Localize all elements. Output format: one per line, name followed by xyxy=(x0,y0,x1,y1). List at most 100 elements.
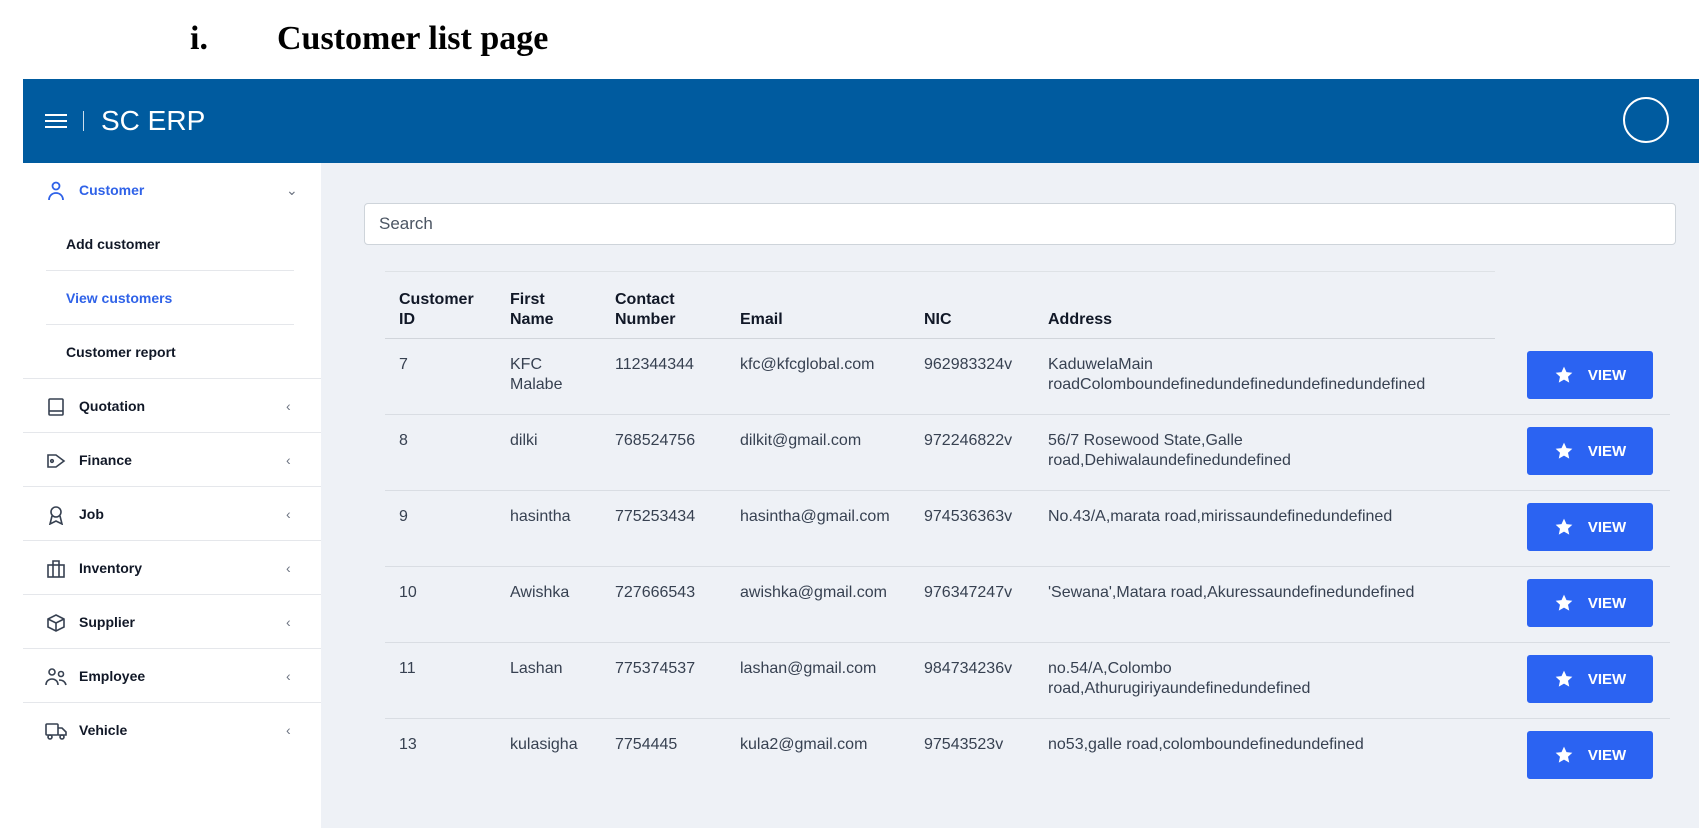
user-icon xyxy=(45,180,67,202)
cell-contact-number: 112344344 xyxy=(615,356,694,373)
star-icon xyxy=(1555,442,1573,459)
top-bar: SC ERP xyxy=(23,79,1699,163)
badge-icon xyxy=(45,504,67,526)
sidebar-item-label: Employee xyxy=(79,667,146,684)
cell-nic: 974536363v xyxy=(924,508,1013,525)
cell-customer-id: 11 xyxy=(399,660,416,677)
cell-contact-number: 727666543 xyxy=(615,584,696,601)
sidebar-subitem-view-customers[interactable]: View customers xyxy=(46,271,294,325)
star-icon xyxy=(1555,594,1573,611)
cell-email: awishka@gmail.com xyxy=(740,584,887,601)
view-button[interactable]: VIEW xyxy=(1527,655,1653,703)
cell-first-name: kulasigha xyxy=(510,736,578,753)
sidebar-item-label: Job xyxy=(79,505,104,522)
sidebar-item-inventory[interactable]: Inventory ‹ xyxy=(23,541,321,595)
cell-contact-number: 775374537 xyxy=(615,660,696,677)
cell-email: lashan@gmail.com xyxy=(740,660,877,677)
table-row: 13 kulasigha 7754445 kula2@gmail.com 9754352… xyxy=(385,719,1670,795)
table-row: 9 hasintha 775253434 hasintha@gmail.com 9745… xyxy=(385,491,1670,567)
cell-first-name: Lashan xyxy=(510,660,563,677)
cell-email: kfc@kfcglobal.com xyxy=(740,356,875,373)
cell-email: dilkit@gmail.com xyxy=(740,432,862,449)
search-input[interactable] xyxy=(364,203,1676,245)
view-button-label: VIEW xyxy=(1587,518,1627,536)
cell-email: hasintha@gmail.com xyxy=(740,508,890,525)
sidebar-item-supplier[interactable]: Supplier ‹ xyxy=(23,595,321,649)
sidebar-item-label: Inventory xyxy=(79,559,143,576)
cell-nic: 984734236v xyxy=(924,660,1013,677)
view-button[interactable]: VIEW xyxy=(1527,427,1653,475)
sidebar-subitem-label: Add customer xyxy=(66,235,161,252)
sidebar-subitem-add-customer[interactable]: Add customer xyxy=(46,217,294,271)
sidebar-item-label: Finance xyxy=(79,451,132,468)
truck-icon xyxy=(45,720,67,742)
column-header-nic: NIC xyxy=(924,311,952,328)
view-button-label: VIEW xyxy=(1587,670,1627,688)
cell-contact-number: 7754445 xyxy=(615,736,678,753)
sidebar-item-employee[interactable]: Employee ‹ xyxy=(23,649,321,703)
cell-address: 56/7 Rosewood State,Galle road,Dehiwalau… xyxy=(1048,432,1291,469)
cell-address: No.43/A,marata road,mirissaundefinedunde… xyxy=(1048,508,1393,525)
avatar[interactable] xyxy=(1623,97,1669,143)
chevron-left-icon: ‹ xyxy=(286,451,291,468)
sidebar-subitem-customer-report[interactable]: Customer report xyxy=(46,325,294,379)
view-button-label: VIEW xyxy=(1587,366,1627,384)
cell-customer-id: 7 xyxy=(399,356,408,373)
sidebar-item-vehicle[interactable]: Vehicle ‹ xyxy=(23,703,321,757)
sidebar-item-job[interactable]: Job ‹ xyxy=(23,487,321,541)
view-button[interactable]: VIEW xyxy=(1527,503,1653,551)
sidebar-item-customer[interactable]: Customer ⌄ xyxy=(23,163,321,217)
chevron-left-icon: ‹ xyxy=(286,613,291,630)
view-button[interactable]: VIEW xyxy=(1527,579,1653,627)
view-button[interactable]: VIEW xyxy=(1527,731,1653,779)
cell-address: 'Sewana',Matara road,Akuressaundefinedun… xyxy=(1048,584,1415,601)
sidebar-item-label: Vehicle xyxy=(79,722,128,738)
sidebar-subitem-label: View customers xyxy=(66,289,173,306)
star-icon xyxy=(1555,746,1573,763)
cell-address: no.54/A,Colombo road,Athurugiriyaundefin… xyxy=(1048,660,1311,697)
cell-contact-number: 768524756 xyxy=(615,432,696,449)
view-button-label: VIEW xyxy=(1587,594,1627,612)
column-header-customer-id: Customer ID xyxy=(399,291,474,328)
cell-customer-id: 10 xyxy=(399,584,417,601)
cell-nic: 972246822v xyxy=(924,432,1013,449)
building-icon xyxy=(45,558,67,580)
chevron-left-icon: ‹ xyxy=(286,722,291,738)
users-icon xyxy=(45,666,67,688)
star-icon xyxy=(1555,670,1573,687)
sidebar-item-label: Customer xyxy=(79,182,145,198)
sidebar-item-finance[interactable]: Finance ‹ xyxy=(23,433,321,487)
view-button-label: VIEW xyxy=(1587,442,1627,460)
star-icon xyxy=(1555,366,1573,383)
column-header-address: Address xyxy=(1048,311,1113,328)
sidebar: Customer ⌄ Add customer View customers C… xyxy=(23,163,321,828)
star-icon xyxy=(1555,518,1573,535)
sidebar-subitem-label: Customer report xyxy=(66,344,176,360)
cell-customer-id: 8 xyxy=(399,432,408,449)
table-row: 8 dilki 768524756 dilkit@gmail.com 972246822… xyxy=(385,415,1670,491)
box-icon xyxy=(45,612,67,634)
cell-contact-number: 775253434 xyxy=(615,508,696,525)
view-button[interactable]: VIEW xyxy=(1527,351,1653,399)
column-header-email: Email xyxy=(740,311,783,328)
app-screenshot: SC ERP Customer ⌄ Add customer View cust… xyxy=(23,79,1699,828)
cell-customer-id: 9 xyxy=(399,508,408,525)
chevron-down-icon: ⌄ xyxy=(286,181,298,198)
cell-first-name: Awishka xyxy=(510,584,570,601)
column-header-first-name: First Name xyxy=(510,291,554,328)
hamburger-menu-icon[interactable] xyxy=(45,114,67,128)
divider xyxy=(83,111,84,131)
sidebar-item-quotation[interactable]: Quotation ‹ xyxy=(23,379,321,433)
app-brand: SC ERP xyxy=(101,105,206,136)
chevron-left-icon: ‹ xyxy=(286,559,291,576)
cell-nic: 962983324v xyxy=(924,356,1013,373)
chevron-left-icon: ‹ xyxy=(286,505,291,522)
cell-address: KaduwelaMain roadColomboundefinedundefin… xyxy=(1048,356,1426,393)
cell-nic: 97543523v xyxy=(924,736,1004,753)
view-button-label: VIEW xyxy=(1587,746,1627,764)
sidebar-item-label: Quotation xyxy=(79,397,146,414)
table-header: Customer ID First Name Contact Number Em… xyxy=(385,271,1495,339)
chevron-left-icon: ‹ xyxy=(286,667,291,684)
cell-first-name: KFC Malabe xyxy=(510,356,563,393)
table-row: 11 Lashan 775374537 lashan@gmail.com 9847342… xyxy=(385,643,1670,719)
